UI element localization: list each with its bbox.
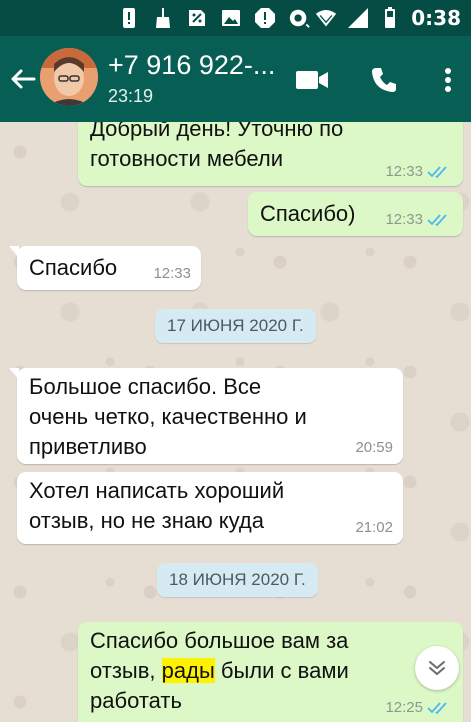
wifi-icon [315,7,337,29]
message-outgoing[interactable]: Спасибо большое вам за отзыв, рады были … [78,622,463,722]
message-outgoing[interactable]: Спасибо) 12:33 [248,192,463,236]
read-ticks-icon [427,701,447,714]
read-ticks-icon [427,165,447,178]
contact-name[interactable]: +7 916 922-... [108,50,275,81]
text-span: были с вами [214,658,349,683]
message-text: Спасибо [29,255,118,280]
message-meta: 20:59 [355,439,393,456]
date-divider: 17 ИЮНЯ 2020 Г. [155,309,316,343]
double-chevron-down-icon [429,661,445,675]
video-call-button[interactable] [292,60,332,100]
arrow-left-icon [11,69,36,89]
message-meta: 12:33 [385,163,453,180]
text-span: отзыв, [90,658,162,683]
alert-icon [254,7,276,29]
message-text: Спасибо большое вам за отзыв, рады были … [90,626,349,716]
message-line: отзыв, рады были с вами [90,656,349,686]
scroll-to-bottom-button[interactable] [415,646,459,690]
message-text: Хотел написать хороший отзыв, но не знаю… [29,478,285,533]
notification-icons [118,6,310,30]
voice-call-button[interactable] [364,60,404,100]
message-incoming[interactable]: Большое спасибо. Все очень четко, качест… [9,368,403,464]
message-meta: 12:33 [385,211,453,228]
last-seen: 23:19 [108,86,154,106]
highlighted-word: рады [161,658,215,683]
message-time: 12:33 [153,265,191,282]
message-meta: 21:02 [355,519,393,536]
sim-icon [186,7,208,29]
bubble-tail [9,246,19,258]
signal-icon [347,7,369,29]
message-incoming[interactable]: Хотел написать хороший отзыв, но не знаю… [17,472,403,544]
read-ticks-icon [427,213,447,226]
back-button[interactable] [6,62,40,96]
chat-messages[interactable]: Добрый день! Уточню по готовности мебели… [0,122,471,722]
more-icon [445,68,451,92]
message-incoming[interactable]: Спасибо 12:33 [9,246,201,290]
message-time: 20:59 [355,439,393,456]
more-options-button[interactable] [428,60,468,100]
phone-icon [372,68,396,92]
avatar[interactable] [40,48,98,106]
message-time: 12:33 [385,163,423,180]
message-time: 12:33 [385,211,423,228]
chat-header: +7 916 922-... 23:19 [0,36,471,122]
battery-icon [379,7,401,29]
message-line: Спасибо большое вам за [90,628,349,653]
message-text: Добрый день! Уточню по готовности мебели [90,122,344,171]
message-time: 21:02 [355,519,393,536]
message-text: Спасибо) [260,201,356,226]
radio-icon [288,7,310,29]
message-text: Большое спасибо. Все очень четко, качест… [29,374,307,459]
status-time: 0:38 [411,6,461,30]
message-time: 12:25 [385,699,423,716]
avatar-photo-icon [40,48,98,106]
date-divider: 18 ИЮНЯ 2020 Г. [157,563,318,597]
message-outgoing[interactable]: Добрый день! Уточню по готовности мебели… [78,122,463,186]
broom-icon [152,7,174,29]
bubble-tail [9,368,19,380]
alert-icon [118,7,140,29]
message-meta: 12:25 [385,699,453,716]
image-icon [220,7,242,29]
message-line: работать [90,688,182,713]
status-bar: 0:38 [0,0,471,36]
message-meta: 12:33 [153,265,191,282]
system-indicators: 0:38 [315,6,461,30]
video-call-icon [296,71,328,89]
